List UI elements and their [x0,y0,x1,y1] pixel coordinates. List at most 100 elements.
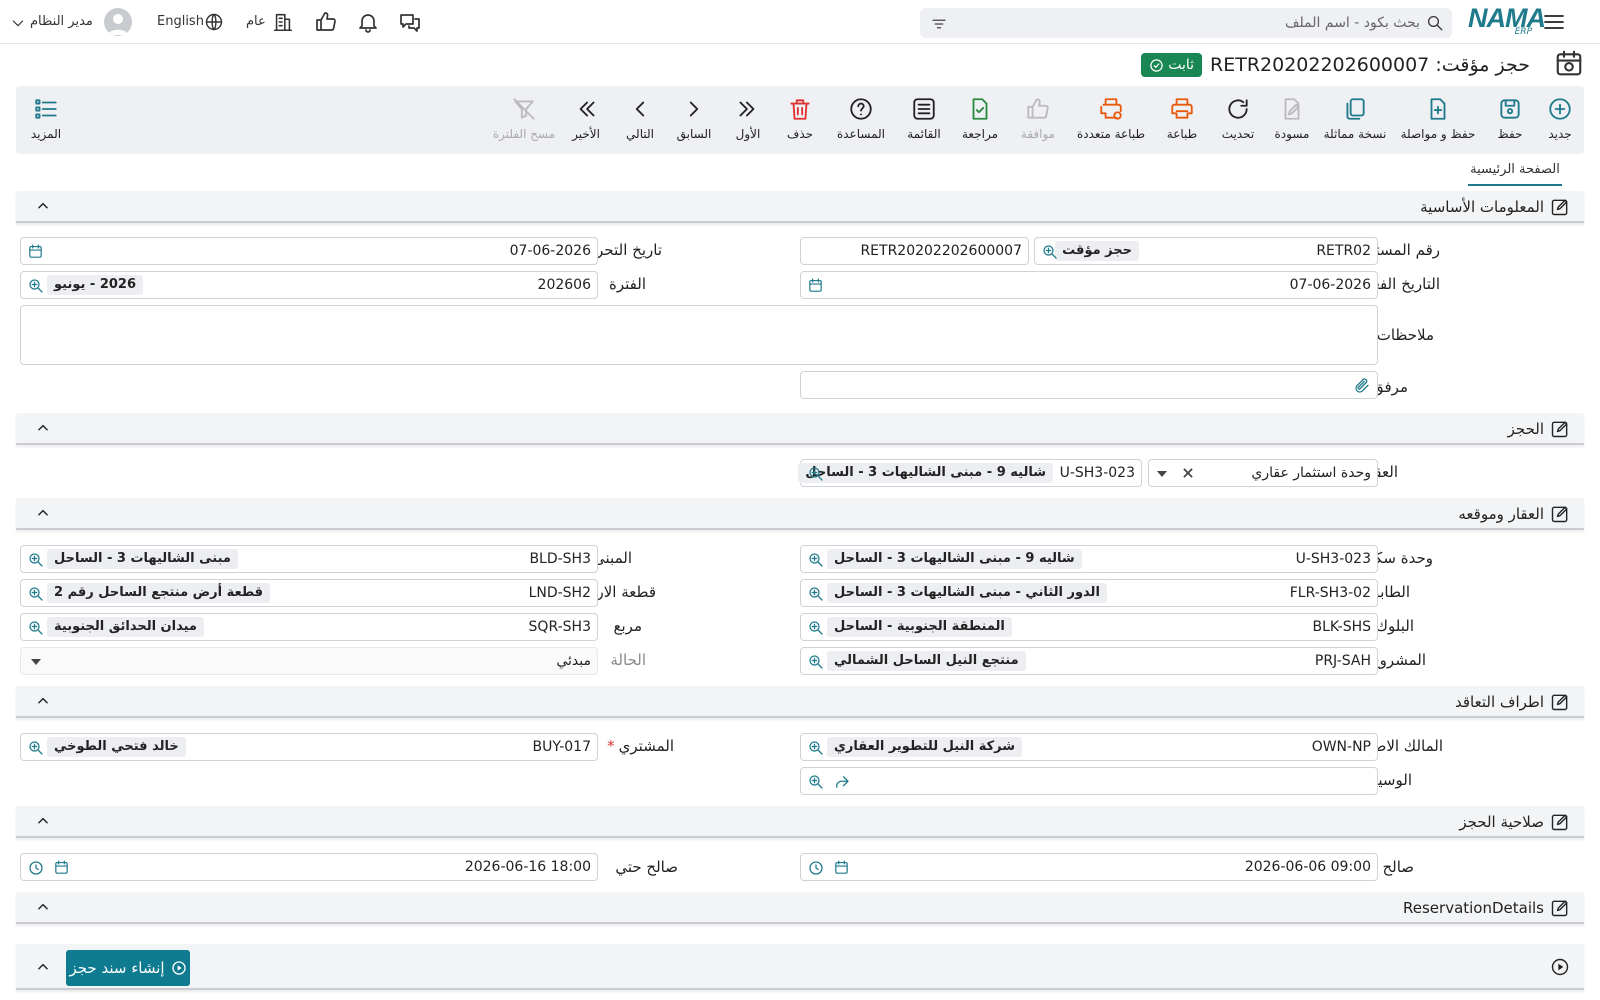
branch-label[interactable]: عام [246,14,266,29]
status-badge-label: ثابت [1168,57,1195,73]
list-button[interactable]: القائمة [900,96,948,141]
land-field[interactable]: LND-SH2 قطعة أرض منتجع الساحل رقم 2 [20,579,598,607]
brand-logo[interactable]: NAMA ERP [1468,4,1546,38]
chevron-up-icon[interactable] [36,506,50,520]
status-select[interactable]: مبدئي [20,647,598,675]
search-plus-icon[interactable] [807,585,825,603]
share-icon[interactable] [833,773,851,791]
chevron-down-icon[interactable] [10,15,26,31]
search-plus-icon[interactable] [27,619,45,637]
project-name-tag: منتجع النيل الساحل الشمالي [827,651,1026,671]
language-switch[interactable]: English [157,14,204,29]
multi-print-button[interactable]: طباعة متعددة [1072,96,1150,141]
property-type-select[interactable]: وحدة استثمار عقاري [1148,459,1378,487]
review-button[interactable]: مراجعة [956,96,1004,141]
doc-type-field[interactable]: RETR02 حجز مؤقت [1034,237,1378,265]
valid-to-field[interactable]: 2026-06-16 18:00 [20,853,598,881]
search-plus-icon[interactable] [27,551,45,569]
close-icon[interactable] [1181,466,1195,480]
tab-main[interactable]: الصفحة الرئيسية [1468,162,1562,186]
calendar-icon[interactable] [53,859,70,876]
search-plus-icon[interactable] [27,585,45,603]
section-validity-header[interactable]: صلاحية الحجز [16,806,1584,838]
avatar[interactable] [104,8,132,36]
new-button[interactable]: جديد [1538,96,1582,141]
block-field[interactable]: BLK-SHS المنطقة الجنوبية - الساحل [800,613,1378,641]
chevron-up-icon[interactable] [36,199,50,213]
doc-number-field[interactable]: RETR20202202600007 [800,237,1029,265]
floor-field[interactable]: FLR-SH3-02 الدور الثاني - مبنى الشاليهات… [800,579,1378,607]
play-circle-icon[interactable] [1550,957,1570,977]
menu-icon[interactable] [1542,10,1566,34]
search-plus-icon[interactable] [807,619,825,637]
messages-icon[interactable] [398,10,422,34]
clear-filter-button[interactable]: مسح الفلترة [492,96,556,141]
delete-button[interactable]: حذف [780,96,820,141]
chevron-up-icon[interactable] [36,421,50,435]
calendar-icon[interactable] [807,277,824,294]
section-basic-header[interactable]: المعلومات الأساسية [16,191,1584,223]
first-button[interactable]: الأول [728,96,768,141]
period-field[interactable]: 202606 2026 - يونيو [20,271,598,299]
actual-date-field[interactable]: 07-06-2026 [800,271,1378,299]
owner-field[interactable]: OWN-NP شركة النيل للتطوير العقاري [800,733,1378,761]
notes-textarea[interactable] [20,305,1378,365]
draft-button[interactable]: مسودة [1270,96,1314,141]
thumbs-up-icon[interactable] [314,10,338,34]
valid-from-field[interactable]: 2026-06-06 09:00 [800,853,1378,881]
search-plus-icon[interactable] [27,277,45,295]
print-button[interactable]: طباعة [1160,96,1204,141]
last-button[interactable]: الأخير [566,96,606,141]
unit-field[interactable]: U-SH3-023 شاليه 9 - مبنى الشاليهات 3 - ا… [800,545,1378,573]
caret-down-icon[interactable] [31,658,41,666]
block-name-tag: المنطقة الجنوبية - الساحل [827,617,1012,637]
create-voucher-button[interactable]: إنشاء سند حجز [66,950,190,986]
property-field[interactable]: U-SH3-023 شاليه 9 - مبنى الشاليهات 3 - ا… [798,459,1142,487]
previous-button[interactable]: السابق [674,96,714,141]
section-property-header[interactable]: العقار وموقعه [16,498,1584,530]
calendar-icon[interactable] [27,243,44,260]
buyer-field[interactable]: BUY-017 خالد فتحي الطوخي [20,733,598,761]
search-plus-icon[interactable] [807,739,825,757]
building-icon[interactable] [272,11,294,33]
project-field[interactable]: PRJ-SAH منتجع النيل الساحل الشمالي [800,647,1378,675]
search-plus-icon[interactable] [807,551,825,569]
issue-date-field[interactable]: 07-06-2026 [20,237,598,265]
search-placeholder: بحث بكود - اسم الملف [1285,15,1420,31]
chevron-up-icon[interactable] [36,694,50,708]
globe-icon[interactable] [204,12,224,32]
save-continue-button[interactable]: حفظ و مواصلة [1396,96,1480,141]
caret-down-icon[interactable] [1157,470,1167,478]
attachment-field[interactable] [800,371,1378,399]
clock-icon[interactable] [807,859,825,877]
chevron-up-icon[interactable] [36,900,50,914]
search-plus-icon[interactable] [1041,243,1059,261]
clock-icon[interactable] [27,859,45,877]
save-button[interactable]: حفظ [1488,96,1532,141]
help-button[interactable]: المساعدة [830,96,892,141]
section-reservation-header[interactable]: الحجز [16,413,1584,445]
calendar-icon[interactable] [833,859,850,876]
broker-field[interactable] [800,767,1378,795]
filter-icon[interactable] [930,15,948,33]
building-field[interactable]: BLD-SH3 مبنى الشاليهات 3 - الساحل [20,545,598,573]
refresh-button[interactable]: تحديث [1216,96,1260,141]
user-name[interactable]: مدير النظام [30,14,93,29]
paperclip-icon[interactable] [1353,377,1371,395]
next-button[interactable]: التالي [620,96,660,141]
chevron-up-icon[interactable] [36,814,50,828]
section-details-header[interactable]: ReservationDetails [16,892,1584,924]
section-parties-header[interactable]: اطراف التعاقد [16,686,1584,718]
search-plus-icon[interactable] [807,465,825,483]
search-plus-icon[interactable] [807,773,825,791]
section-title: اطراف التعاقد [1455,693,1544,711]
chevron-up-icon[interactable] [36,960,50,974]
search-plus-icon[interactable] [807,653,825,671]
notifications-icon[interactable] [356,10,380,34]
approve-button[interactable]: موافقة [1014,96,1062,141]
search-input[interactable]: بحث بكود - اسم الملف [920,8,1452,38]
more-button[interactable]: المزيد [28,96,64,141]
search-plus-icon[interactable] [27,739,45,757]
square-field[interactable]: SQR-SH3 ميدان الحدائق الجنوبية [20,613,598,641]
duplicate-button[interactable]: نسخة مماثلة [1322,96,1388,141]
